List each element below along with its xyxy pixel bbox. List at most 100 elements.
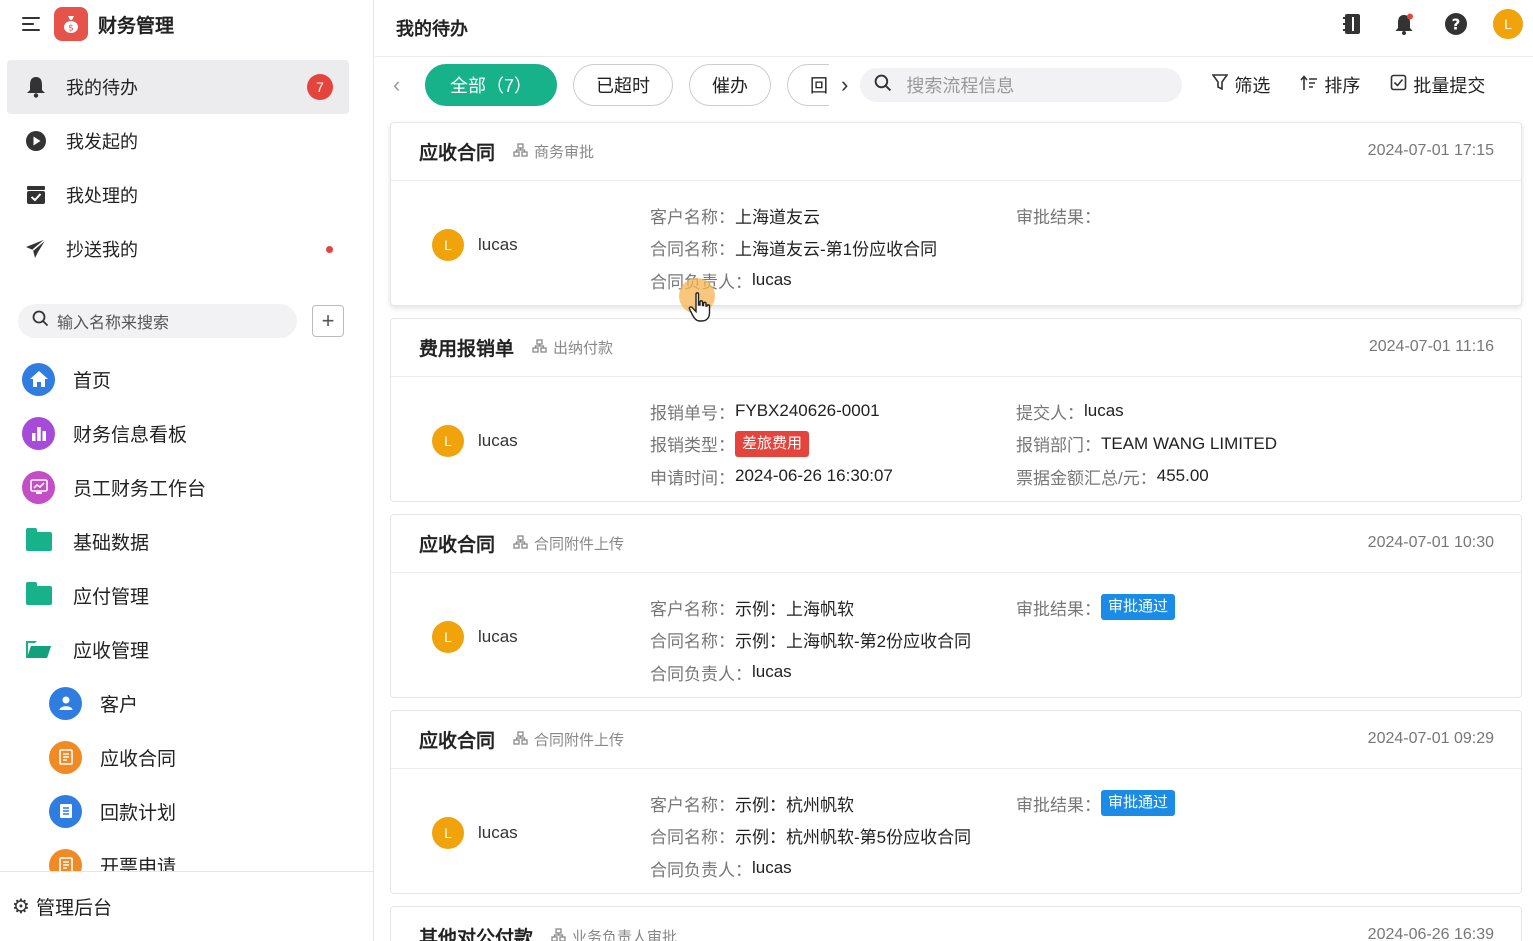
menu-item-payment-plan[interactable]: 回款计划 (0, 784, 373, 838)
filter-label: 筛选 (1234, 76, 1271, 96)
field-row: 报销部门： TEAM WANG LIMITED (1016, 428, 1277, 461)
nav-item-processed[interactable]: 我处理的 (0, 168, 373, 222)
filter-button[interactable]: 筛选 (1211, 72, 1271, 98)
field-value: 上海道友云 (735, 207, 820, 227)
notification-bell-icon[interactable] (1389, 9, 1419, 39)
field-label: 客户名称： (650, 207, 735, 227)
approval-status-tag: 审批通过 (1101, 594, 1176, 621)
nav-item-cc[interactable]: 抄送我的 (0, 222, 373, 276)
user-avatar[interactable]: L (1493, 9, 1523, 39)
menu-label: 回款计划 (100, 802, 177, 824)
workflow-node-icon (513, 143, 528, 160)
chip-urged[interactable]: 催办 (689, 64, 771, 106)
menu-item-home[interactable]: 首页 (0, 352, 373, 406)
app-root: $ 财务管理 我的待办 7 我发起的 我处理的 抄送我的 输入名称来搜索 + 首… (0, 0, 1533, 941)
field-column-right: 审批结果： (1016, 199, 1101, 232)
notebook-icon[interactable] (1337, 9, 1367, 39)
sidebar-search-input[interactable]: 输入名称来搜索 (18, 304, 297, 338)
inbox-check-icon (24, 183, 48, 207)
chevron-left-icon[interactable]: ‹ (393, 72, 407, 98)
search-icon (874, 74, 892, 97)
unread-dot (326, 246, 333, 253)
home-icon (22, 362, 55, 396)
field-label: 审批结果： (1016, 599, 1101, 619)
task-card[interactable]: 其他对公付款 业务负责人审批 2024-06-26 16:39 (390, 906, 1522, 941)
field-label: 提交人： (1016, 403, 1084, 423)
sidebar-search-row: 输入名称来搜索 + (18, 304, 373, 338)
menu-label: 基础数据 (73, 532, 150, 554)
field-label: 客户名称： (650, 795, 735, 815)
field-row: 客户名称： 示例：上海帆软 (650, 591, 971, 624)
card-title: 费用报销单 (419, 339, 515, 360)
card-title: 应收合同 (419, 143, 496, 164)
add-button[interactable]: + (312, 305, 344, 337)
node-label: 合同附件上传 (534, 732, 625, 749)
menu-item-receivables[interactable]: 应收管理 (0, 622, 373, 676)
node-label: 合同附件上传 (534, 536, 625, 553)
task-card[interactable]: 应收合同 合同附件上传 2024-07-01 09:29 L lucas 客户名… (390, 710, 1522, 894)
top-header: 我的待办 ? L (375, 0, 1533, 57)
task-card[interactable]: 应收合同 合同附件上传 2024-07-01 10:30 L lucas 客户名… (390, 514, 1522, 698)
field-row: 提交人： lucas (1016, 395, 1277, 428)
nav-item-my-todo[interactable]: 我的待办 7 (7, 60, 349, 114)
money-bag-icon: $ (54, 7, 88, 41)
field-label: 合同名称： (650, 240, 735, 260)
node-label: 商务审批 (534, 144, 595, 161)
card-title: 其他对公付款 (419, 927, 534, 941)
card-body: L lucas 报销单号： FYBX240626-0001 报销类型： 差旅费用 申… (391, 377, 1521, 501)
field-value: 上海道友云-第1份应收合同 (735, 240, 938, 260)
field-label: 合同负责人： (650, 664, 752, 684)
send-icon (24, 237, 48, 261)
submitter-name: lucas (478, 235, 518, 254)
menu-item-base-data[interactable]: 基础数据 (0, 514, 373, 568)
card-body: L lucas 客户名称： 示例：杭州帆软 合同名称： 示例：杭州帆软-第5份应收合… (391, 769, 1521, 893)
play-circle-icon (24, 129, 48, 153)
batch-submit-button[interactable]: 批量提交 (1390, 72, 1485, 98)
chip-overdue[interactable]: 已超时 (573, 64, 673, 106)
card-node: 出纳付款 (532, 337, 613, 358)
menu-item-receivable-contract[interactable]: 应收合同 (0, 730, 373, 784)
field-column-right: 审批结果： 审批通过 (1016, 591, 1176, 624)
nav-label: 我的待办 (66, 78, 138, 98)
task-card[interactable]: 费用报销单 出纳付款 2024-07-01 11:16 L lucas 报销单号… (390, 318, 1522, 502)
menu-label: 首页 (73, 370, 112, 392)
field-row: 合同负责人：lucas (650, 852, 971, 885)
field-column-right: 审批结果： 审批通过 (1016, 787, 1176, 820)
field-label: 申请时间： (650, 468, 735, 488)
task-card[interactable]: 应收合同 商务审批 2024-07-01 17:15 L lucas 客户名称：… (390, 122, 1522, 306)
menu-item-finance-dashboard[interactable]: 财务信息看板 (0, 406, 373, 460)
card-time: 2024-07-01 17:15 (1367, 142, 1494, 159)
sort-button[interactable]: 排序 (1300, 72, 1360, 98)
workflow-node-icon (513, 535, 528, 552)
monitor-chart-icon (22, 470, 55, 504)
avatar: L (432, 425, 464, 457)
field-value: 455.00 (1156, 466, 1209, 486)
submitter: L lucas (432, 425, 518, 457)
chip-all[interactable]: 全部（7） (425, 64, 557, 106)
nav-label: 我发起的 (66, 132, 138, 152)
flow-search-input[interactable]: 搜索流程信息 (860, 68, 1183, 102)
nav-item-initiated[interactable]: 我发起的 (0, 114, 373, 168)
field-label: 票据金额汇总/元： (1016, 468, 1157, 488)
search-placeholder: 搜索流程信息 (906, 76, 1015, 96)
search-placeholder: 输入名称来搜索 (57, 315, 170, 332)
expense-type-tag: 差旅费用 (735, 430, 810, 457)
workflow-node-icon (513, 731, 528, 748)
nav-label: 我处理的 (66, 186, 138, 206)
admin-label: 管理后台 (35, 898, 112, 919)
chevron-right-icon[interactable]: › (841, 72, 848, 98)
card-node: 商务审批 (513, 141, 594, 162)
menu-item-employee-workbench[interactable]: 员工财务工作台 (0, 460, 373, 514)
menu-toggle-icon[interactable] (22, 16, 40, 32)
help-icon[interactable]: ? (1441, 9, 1471, 39)
field-label: 报销类型： (650, 436, 735, 456)
submitter-name: lucas (478, 431, 518, 450)
menu-item-customer[interactable]: 客户 (0, 676, 373, 730)
search-icon (32, 310, 49, 332)
chip-returned[interactable]: 回 (787, 64, 829, 106)
field-label: 客户名称： (650, 599, 735, 619)
card-time: 2024-06-26 16:39 (1367, 926, 1494, 941)
menu-item-payables[interactable]: 应付管理 (0, 568, 373, 622)
admin-console-link[interactable]: ⚙ 管理后台 (0, 871, 373, 941)
field-row: 审批结果： (1016, 199, 1101, 232)
